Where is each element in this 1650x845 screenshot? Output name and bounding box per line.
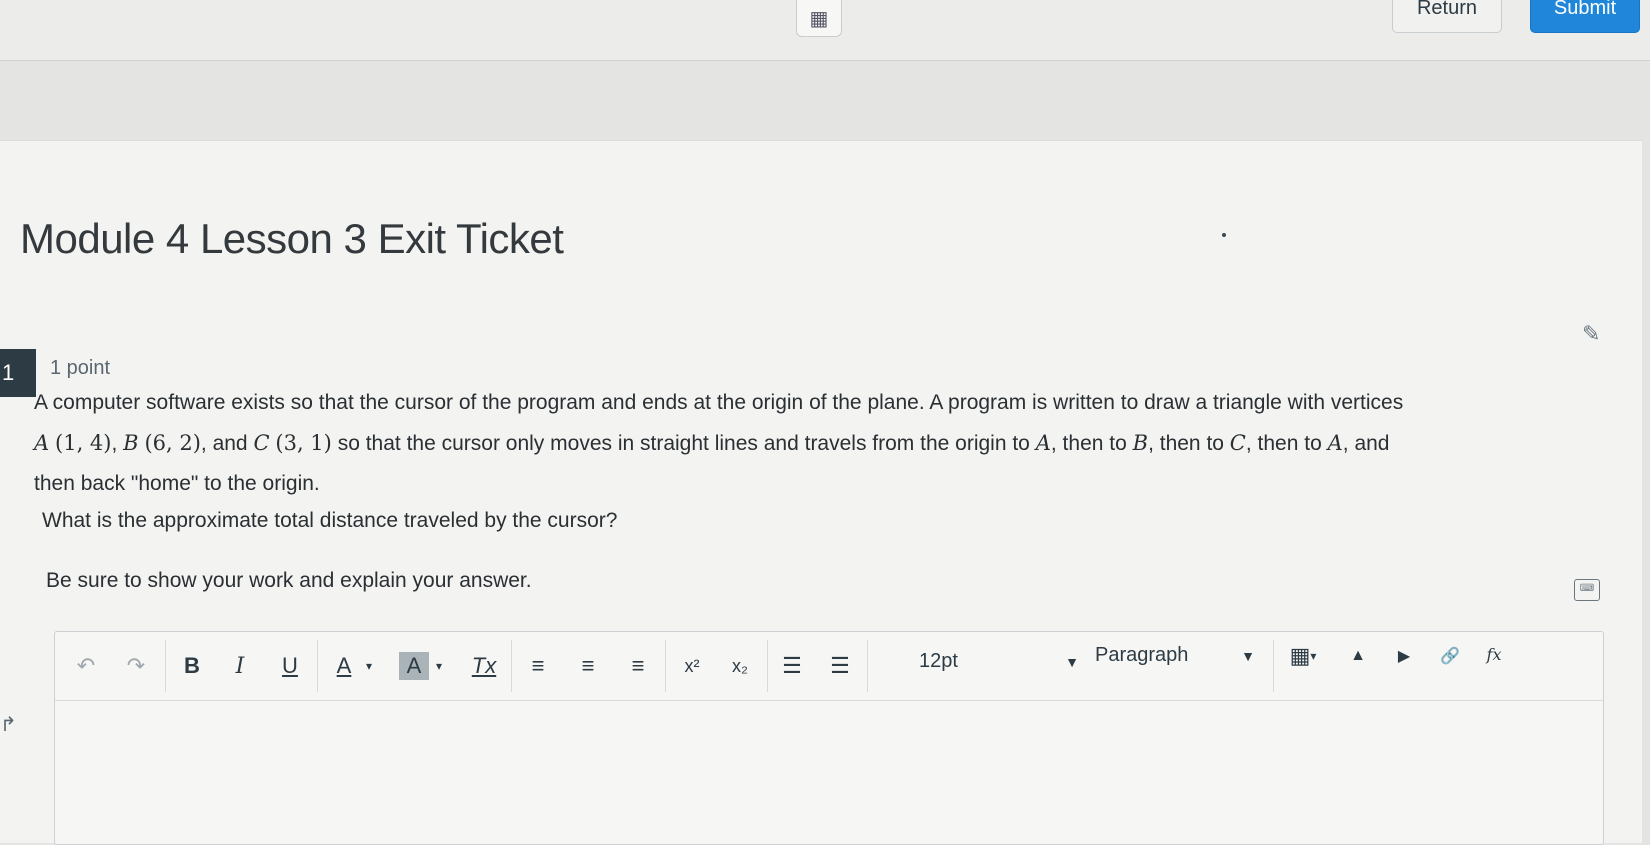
image-button[interactable]: ▲: [1343, 642, 1373, 670]
font-size-value: 12pt: [919, 650, 958, 672]
bullet-list-button[interactable]: ☰: [777, 652, 807, 680]
question-text: A computer software exists so that the c…: [34, 391, 1404, 495]
text-color-dropdown-icon[interactable]: ▾: [361, 652, 377, 680]
question-points: 1 point: [50, 357, 111, 379]
link-icon: 🔗: [1440, 648, 1460, 665]
table-button[interactable]: ▦ ▾: [1283, 642, 1323, 670]
align-right-button[interactable]: ≡: [623, 652, 653, 680]
block-format-select[interactable]: Paragraph ▼: [1095, 642, 1265, 676]
table-icon: ▦: [1289, 643, 1311, 668]
table-dropdown-icon: ▾: [1310, 649, 1317, 663]
chevron-down-icon: ▼: [1241, 648, 1255, 664]
toolbar-separator: [665, 640, 666, 692]
question-instruction: Be sure to show your work and explain yo…: [46, 569, 532, 592]
editor-toolbar: ↶ ↷ B I U A ▾ A ▾ Tx ≡ ≡ ≡ x² x₂ ☰ ☰ 12p…: [55, 632, 1603, 701]
align-left-button[interactable]: ≡: [523, 652, 553, 680]
italic-button[interactable]: I: [225, 652, 255, 680]
undo-button[interactable]: ↶: [71, 652, 101, 680]
toolbar-separator: [511, 640, 512, 692]
return-button[interactable]: Return: [1392, 0, 1502, 33]
mouse-cursor-icon: ↱: [0, 714, 17, 736]
text-color-button[interactable]: A: [329, 652, 359, 680]
redo-button[interactable]: ↷: [121, 652, 151, 680]
background-color-dropdown-icon[interactable]: ▾: [431, 652, 447, 680]
calculator-icon[interactable]: ▦: [796, 0, 842, 37]
media-button[interactable]: ▶: [1389, 642, 1419, 670]
equation-icon: fx: [1486, 644, 1502, 664]
keyboard-icon[interactable]: ⌨: [1574, 579, 1600, 601]
equation-button[interactable]: fx: [1479, 640, 1509, 668]
decorative-dot: [1222, 233, 1226, 237]
superscript-button[interactable]: x²: [677, 652, 707, 680]
rich-text-editor[interactable]: ↶ ↷ B I U A ▾ A ▾ Tx ≡ ≡ ≡ x² x₂ ☰ ☰ 12p…: [54, 631, 1604, 845]
subscript-button[interactable]: x₂: [725, 652, 755, 680]
bold-button[interactable]: B: [177, 652, 207, 680]
pin-icon[interactable]: ✎: [1582, 321, 1600, 347]
top-bar: ▦ Return Submit: [0, 0, 1650, 61]
toolbar-separator: [317, 640, 318, 692]
question-prompt: What is the approximate total distance t…: [42, 509, 618, 532]
question-number: 1: [0, 349, 36, 397]
toolbar-separator: [767, 640, 768, 692]
clear-formatting-button[interactable]: Tx: [469, 652, 499, 680]
align-center-button[interactable]: ≡: [573, 652, 603, 680]
media-icon: ▶: [1397, 648, 1411, 665]
numbered-list-button[interactable]: ☰: [825, 652, 855, 680]
submit-button[interactable]: Submit: [1530, 0, 1640, 33]
toolbar-separator: [867, 640, 868, 692]
toolbar-separator: [1273, 640, 1274, 692]
question-card: Module 4 Lesson 3 Exit Ticket 1 1 point …: [0, 140, 1642, 845]
chevron-down-icon: ▼: [1065, 654, 1079, 670]
page-title: Module 4 Lesson 3 Exit Ticket: [20, 215, 564, 262]
image-icon: ▲: [1350, 647, 1366, 664]
block-format-value: Paragraph: [1095, 644, 1189, 666]
link-button[interactable]: 🔗: [1435, 642, 1465, 670]
font-size-select[interactable]: 12pt ▼: [919, 648, 1089, 682]
toolbar-separator: [165, 640, 166, 692]
underline-button[interactable]: U: [275, 652, 305, 680]
background-color-button[interactable]: A: [399, 652, 429, 680]
